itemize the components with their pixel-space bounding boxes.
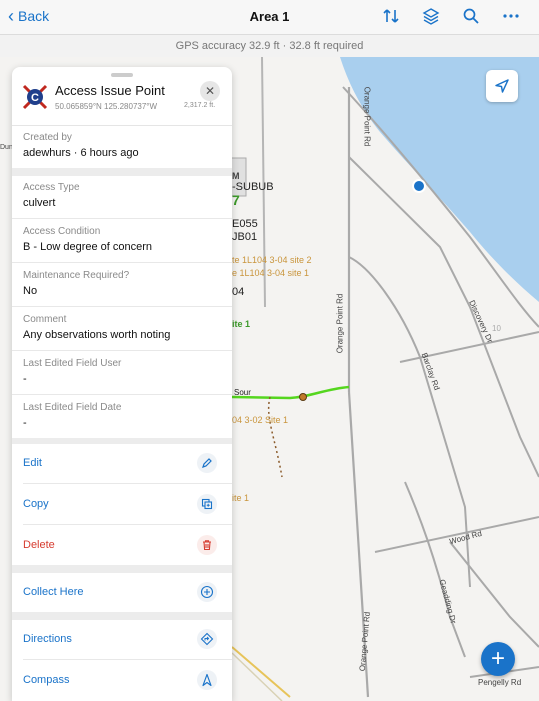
map-label-site1-b: 04 3-02 Site 1: [232, 415, 289, 425]
back-label: Back: [18, 8, 50, 24]
map-label-10: 10: [492, 324, 501, 333]
divider: [12, 350, 232, 351]
add-feature-button[interactable]: +: [481, 642, 515, 676]
directions-label: Directions: [23, 633, 72, 645]
map-label-jb01: JB01: [232, 231, 258, 243]
field-label: Comment: [23, 314, 67, 325]
panel-header: C Access Issue Point 50.065859°N 125.280…: [12, 79, 232, 126]
elevation: 2,317.2 ft.: [184, 102, 216, 109]
gps-accuracy-bar: GPS accuracy 32.9 ft · 32.8 ft required: [0, 35, 539, 58]
field-value: culvert: [23, 197, 56, 209]
field-value: adewhurs · 6 hours ago: [23, 147, 139, 159]
navigation-bar: ‹ Back Area 1: [0, 0, 539, 35]
field-value: No: [23, 285, 38, 297]
copy-label: Copy: [23, 498, 49, 510]
edit-action[interactable]: Edit: [12, 443, 232, 483]
map-label-site1: e 1L104 3-04 site 1: [232, 268, 310, 278]
field-label: Last Edited Field User: [23, 358, 122, 369]
map-label-site2: te 1L104 3-04 site 2: [232, 255, 312, 265]
field-access-type: Access Type culvert: [12, 176, 232, 218]
map-label-orange-point-mid: Orange Point Rd: [335, 293, 345, 354]
longitude: 125.280737°W: [104, 102, 158, 111]
layers-icon[interactable]: [421, 6, 441, 26]
field-label: Access Condition: [23, 226, 101, 237]
field-value: -: [23, 417, 27, 429]
navigation-arrow-icon: [495, 79, 509, 93]
divider: [12, 218, 232, 219]
delete-label: Delete: [23, 539, 55, 551]
copy-icon: [197, 494, 217, 514]
field-label: Maintenance Required?: [23, 270, 130, 281]
map-label-site1-c: ite 1: [232, 493, 250, 503]
compass-icon: [197, 670, 217, 690]
field-label: Last Edited Field Date: [23, 402, 122, 413]
location-dot: [412, 179, 426, 193]
trash-icon: [197, 535, 217, 555]
map-label-orange-point-top: Orange Point Rd: [362, 86, 372, 147]
field-maintenance-required: Maintenance Required? No: [12, 264, 232, 306]
feature-coordinates: 50.065859°N 125.280737°W: [55, 102, 157, 111]
field-label: Access Type: [23, 182, 80, 193]
field-value: Any observations worth noting: [23, 329, 171, 341]
map-label-pengelly: Pengelly Rd: [478, 678, 522, 687]
edit-label: Edit: [23, 457, 42, 469]
close-icon: ✕: [204, 84, 216, 98]
delete-action[interactable]: Delete: [12, 525, 232, 565]
svg-text:C: C: [31, 92, 39, 104]
panel-drag-handle[interactable]: [111, 73, 133, 77]
back-button[interactable]: ‹ Back: [8, 6, 50, 26]
trail: [267, 396, 283, 478]
map-label-e055: E055: [232, 218, 258, 230]
feature-panel: C Access Issue Point 50.065859°N 125.280…: [12, 67, 232, 701]
compass-label: Compass: [23, 674, 70, 686]
pencil-icon: [197, 453, 217, 473]
road-yellow: [231, 646, 291, 698]
divider: [12, 306, 232, 307]
road-gooding: [404, 481, 466, 658]
culvert-marker: [299, 393, 307, 401]
close-button[interactable]: ✕: [200, 81, 220, 101]
map-label-site1-green: ite 1: [232, 319, 251, 329]
map-label-seven: 7: [232, 192, 240, 208]
field-last-edited-date: Last Edited Field Date -: [12, 396, 232, 438]
field-value: -: [23, 373, 27, 385]
search-icon[interactable]: [461, 6, 481, 26]
copy-action[interactable]: Copy: [12, 484, 232, 524]
field-created-by: Created by adewhurs · 6 hours ago: [12, 126, 232, 168]
collect-here-label: Collect Here: [23, 586, 84, 598]
more-icon[interactable]: [501, 6, 521, 26]
road-south-diag: [449, 541, 539, 648]
divider: [12, 394, 232, 395]
latitude: 50.065859°N: [55, 102, 102, 111]
compass-action[interactable]: Compass: [12, 660, 232, 700]
plus-icon: +: [490, 645, 505, 672]
feature-title: Access Issue Point: [55, 83, 165, 98]
locate-button[interactable]: [486, 70, 518, 102]
map-label-sour: Sour: [234, 388, 251, 397]
chevron-left-icon: ‹: [8, 6, 14, 26]
map-label-dun: Dun: [0, 144, 13, 151]
field-comment: Comment Any observations worth noting: [12, 308, 232, 350]
directions-icon: [197, 629, 217, 649]
collect-here-action[interactable]: Collect Here: [12, 572, 232, 612]
field-access-condition: Access Condition B - Low degree of conce…: [12, 220, 232, 262]
sort-icon[interactable]: [381, 6, 401, 26]
road-yellow-2: [231, 652, 283, 701]
section-separator: [12, 168, 232, 176]
access-issue-symbol-icon: C: [22, 84, 48, 110]
field-last-edited-user: Last Edited Field User -: [12, 352, 232, 394]
divider: [12, 262, 232, 263]
field-value: B - Low degree of concern: [23, 241, 153, 253]
map-label-04: 04: [232, 286, 245, 298]
directions-action[interactable]: Directions: [12, 619, 232, 659]
map-label-m: M: [232, 171, 240, 181]
field-label: Created by: [23, 132, 72, 143]
add-circle-icon: [197, 582, 217, 602]
